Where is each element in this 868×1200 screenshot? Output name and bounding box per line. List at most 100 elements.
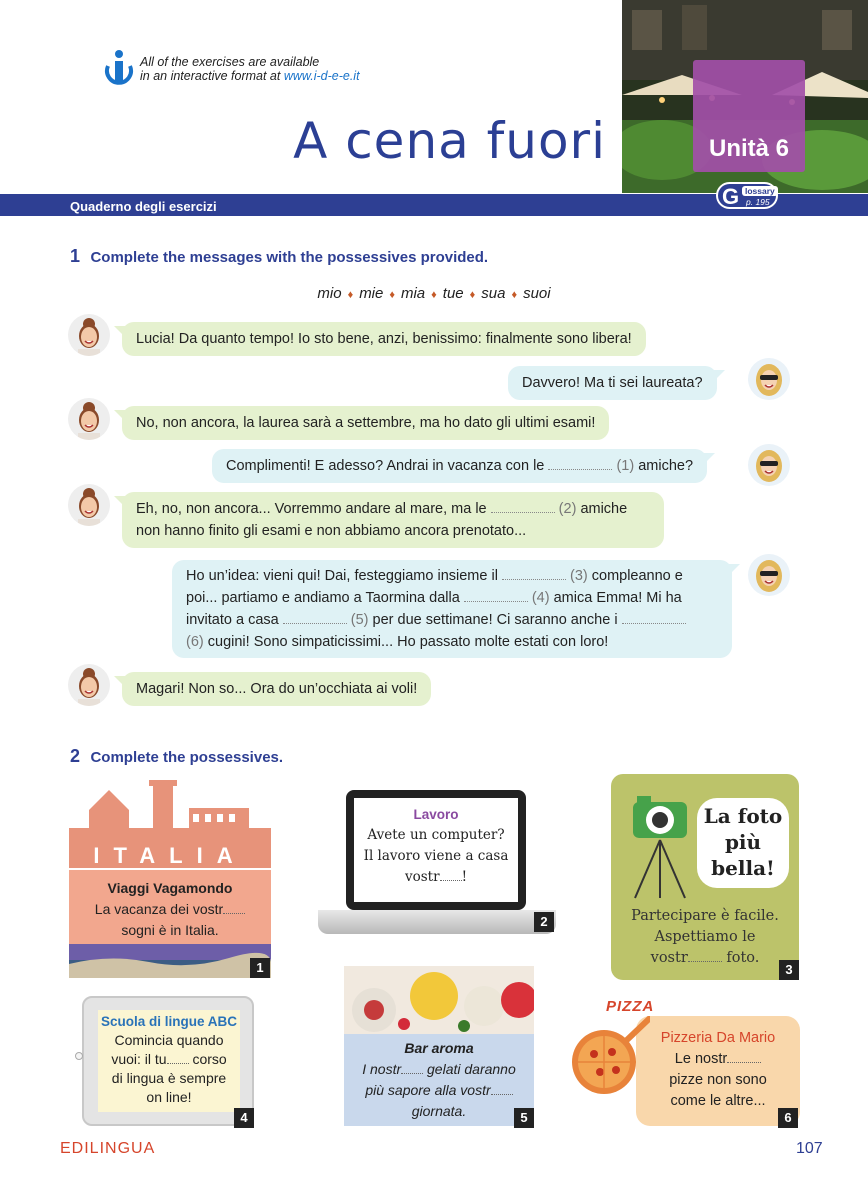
card-text: corso: [192, 1051, 227, 1067]
answer-blank-4[interactable]: [463, 588, 528, 602]
message-text: Ho un’idea: vieni qui! Dai, festeggiamo …: [186, 568, 498, 584]
card-blank[interactable]: [727, 1051, 762, 1063]
card-text: vuoi: il tu: [111, 1051, 167, 1067]
card-text: Le nostr: [674, 1051, 728, 1067]
message-text: Magari! Non so... Ora do un’occhiata ai …: [136, 681, 418, 697]
interactive-note: All of the exercises are available in an…: [140, 55, 360, 83]
card-text: Il lavoro viene a casa: [363, 848, 509, 864]
answer-blank-3[interactable]: [501, 566, 566, 580]
monuments-illustration: [69, 780, 271, 844]
card-title: Pizzeria Da Mario: [660, 1030, 776, 1046]
badge-text: bella!: [711, 856, 775, 880]
card-blank[interactable]: [223, 902, 246, 914]
avatar-redhead: [68, 314, 110, 356]
gelato-photo: [344, 966, 534, 1034]
blank-number: (5): [350, 612, 369, 628]
card-number: 5: [514, 1108, 534, 1128]
glossary-letter: G: [722, 184, 740, 209]
card-text: !: [461, 869, 467, 885]
message-text: Complimenti! E adesso? Andrai in vacanza…: [226, 458, 545, 474]
message-text: No, non ancora, la laurea sarà a settemb…: [136, 415, 596, 431]
answer-blank-1[interactable]: [548, 456, 613, 470]
card-blank[interactable]: [166, 1052, 189, 1064]
ad-card-travel: ITALIA Viaggi Vagamondo La vacanza dei v…: [69, 780, 271, 978]
unit-number: Unità 6: [708, 135, 789, 162]
coast-photo: [69, 944, 271, 978]
ad-card-gelato: Bar aroma I nostr gelati daranno più sap…: [344, 966, 534, 1128]
card-text: on line!: [146, 1089, 192, 1105]
avatar-blonde: [748, 358, 790, 400]
interactive-info-icon: [105, 50, 133, 85]
card-text: come le altre...: [670, 1093, 766, 1109]
card-text: Partecipare è facile.: [631, 908, 779, 924]
card-blank[interactable]: [401, 1062, 424, 1074]
word-bank-item: suoi: [523, 285, 551, 302]
answer-blank-2[interactable]: [490, 499, 555, 513]
interactive-note-line2: in an interactive format at: [140, 69, 284, 83]
message-text: Eh, no, non ancora... Vorremmo andare al…: [136, 501, 487, 517]
chat-message: No, non ancora, la laurea sarà a settemb…: [113, 406, 610, 440]
exercise2-number: 2: [70, 746, 81, 766]
ad-card-pizzeria: PIZZA Pizzeria Da Mario Le nostr pizze n…: [566, 996, 802, 1128]
word-bank-item: sua: [481, 285, 506, 302]
message-text: amiche?: [638, 458, 694, 474]
publisher-logo: EDILINGUA: [60, 1140, 156, 1157]
card-text: di lingua è sempre: [111, 1070, 227, 1086]
card-blank[interactable]: [687, 950, 722, 962]
ad-card-laptop: Lavoro Avete un computer? Il lavoro vien…: [318, 790, 556, 940]
laptop-screen: Lavoro Avete un computer? Il lavoro vien…: [354, 798, 518, 902]
word-bank-item: mia: [400, 285, 426, 302]
card-text: Comincia quando: [114, 1032, 224, 1048]
message-text: invitato a casa: [186, 612, 279, 628]
camera-tripod-icon: [633, 796, 687, 899]
chat-message: Lucia! Da quanto tempo! Io sto bene, anz…: [114, 322, 646, 356]
avatar-blonde: [748, 444, 790, 486]
card-text: più sapore alla vostr: [365, 1082, 491, 1098]
card-text: La vacanza dei vostr: [94, 901, 224, 917]
card-text: pizze non sono: [669, 1072, 767, 1088]
card-text: Aspettiamo le: [654, 929, 756, 945]
ad-card-photo-contest: La foto più bella! Partecipare è facile.…: [611, 774, 799, 980]
glossary-page: p. 195: [746, 197, 770, 207]
page-number: 107: [796, 1140, 823, 1157]
exercise2-instruction: Complete the possessives.: [90, 749, 284, 766]
blank-number: (1): [616, 458, 635, 474]
chat-message: Complimenti! E adesso? Andrai in vacanza…: [212, 449, 716, 483]
chat-message: Davvero! Ma ti sei laureata?: [508, 366, 725, 400]
card-number: 2: [534, 912, 554, 932]
message-text: Lucia! Da quanto tempo! Io sto bene, anz…: [136, 331, 632, 347]
workbook-label: Quaderno degli esercizi: [70, 199, 217, 214]
tablet-button: [75, 1052, 83, 1060]
message-text: non hanno finito gli esami e non abbiamo…: [136, 523, 527, 539]
card-title: Scuola di lingue ABC: [100, 1014, 237, 1029]
glossary-badge[interactable]: G lossary p. 195: [716, 182, 778, 209]
italia-banner: ITALIA: [69, 844, 271, 868]
card-blank[interactable]: [490, 1083, 513, 1095]
chat-message: Eh, no, non ancora... Vorremmo andare al…: [114, 492, 664, 548]
card-body: Partecipare è facile. Aspettiamo le vost…: [611, 906, 799, 969]
ad-card-language-school: Scuola di lingue ABC Comincia quando vuo…: [75, 996, 254, 1128]
tablet-screen: Scuola di lingue ABC Comincia quando vuo…: [98, 1010, 240, 1112]
interactive-url-link[interactable]: www.i-d-e-e.it: [284, 69, 360, 83]
answer-blank-5[interactable]: [282, 610, 347, 624]
badge-text: più: [724, 830, 762, 854]
answer-blank-6[interactable]: [621, 610, 686, 624]
chat-message: Magari! Non so... Ora do un’occhiata ai …: [113, 672, 432, 706]
card-text: giornata.: [411, 1103, 467, 1119]
card-body: Pizzeria Da Mario Le nostr pizze non son…: [636, 1028, 800, 1112]
message-text: amiche: [580, 501, 628, 517]
card-number: 6: [778, 1108, 798, 1128]
card-title: Lavoro: [413, 807, 459, 822]
message-text: compleanno e: [591, 568, 683, 584]
unit-title: A cena fuori: [293, 112, 606, 170]
card-text: gelati daranno: [427, 1061, 516, 1077]
card-blank[interactable]: [439, 869, 462, 881]
blank-number: (2): [558, 501, 577, 517]
chat-message: Ho un’idea: vieni qui! Dai, festeggiamo …: [172, 560, 740, 658]
exercise2-heading: 2 Complete the possessives.: [70, 746, 283, 767]
blank-number: (6): [186, 634, 204, 650]
card-text: sogni è in Italia.: [121, 922, 219, 938]
pizza-sign: PIZZA: [606, 998, 655, 1015]
card-text: vostr: [650, 950, 688, 966]
word-bank-item: mio: [317, 285, 342, 302]
